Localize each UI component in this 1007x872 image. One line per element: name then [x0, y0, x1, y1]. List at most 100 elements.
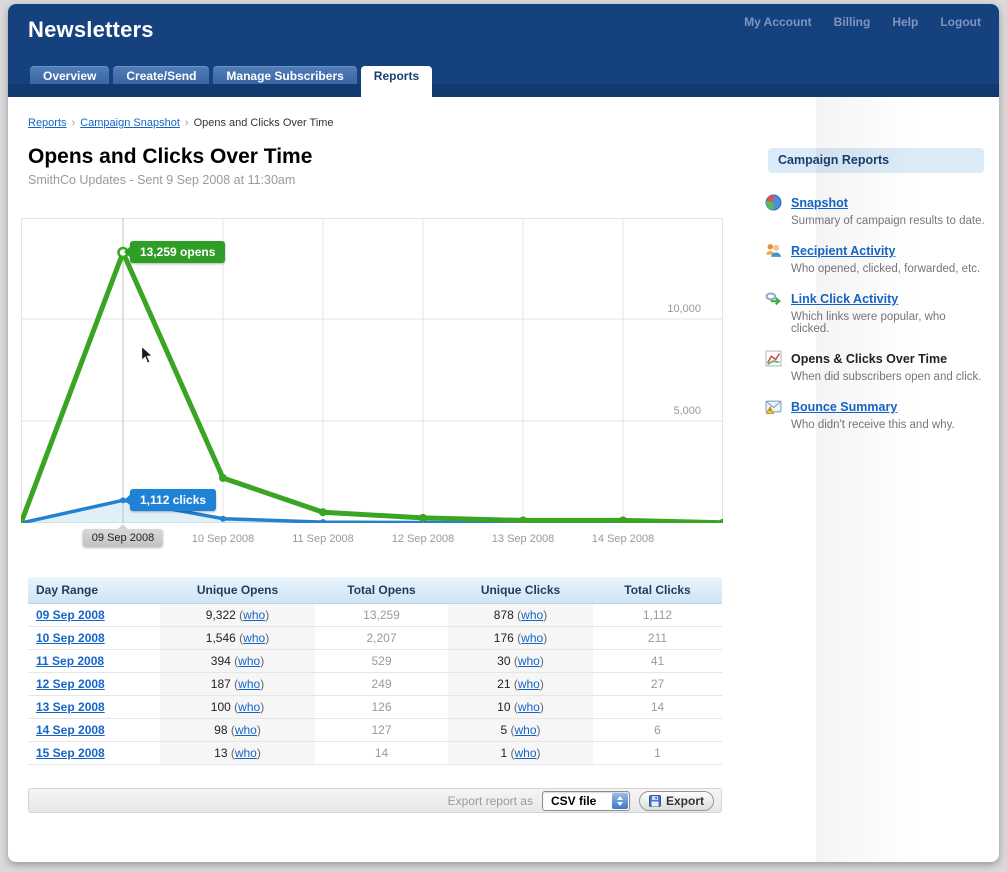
people-icon [765, 242, 782, 259]
unique-clicks-cell: 878 (who) [448, 603, 593, 626]
header-link-logout[interactable]: Logout [940, 15, 981, 29]
who-opened-link[interactable]: who [243, 631, 265, 645]
opens-point [419, 514, 427, 522]
unique-opens-cell: 100 (who) [160, 695, 315, 718]
tab-manage-subscribers[interactable]: Manage Subscribers [213, 66, 356, 84]
header-link-billing[interactable]: Billing [834, 15, 871, 29]
total-opens-cell: 126 [315, 695, 448, 718]
sidebar-item-bounce-summary: Bounce Summary Who didn't receive this a… [760, 398, 986, 431]
who-clicked-link[interactable]: who [518, 654, 540, 668]
table-row: 11 Sep 2008 394 (who) 529 30 (who) 41 [28, 649, 722, 672]
total-clicks-cell: 41 [593, 649, 722, 672]
sidebar-current-page-label: Opens & Clicks Over Time [791, 352, 947, 366]
who-opened-link[interactable]: who [235, 746, 257, 760]
who-opened-link[interactable]: who [238, 677, 260, 691]
x-axis-label: 14 Sep 2008 [592, 533, 654, 545]
day-link[interactable]: 11 Sep 2008 [36, 654, 104, 668]
x-axis-label: 11 Sep 2008 [292, 533, 354, 545]
export-label: Export report as [448, 794, 533, 808]
chart-plot[interactable] [21, 218, 723, 523]
day-link[interactable]: 09 Sep 2008 [36, 608, 105, 622]
who-clicked-link[interactable]: who [515, 723, 537, 737]
who-opened-link[interactable]: who [238, 700, 260, 714]
total-clicks-cell: 6 [593, 718, 722, 741]
clicks-tooltip: 1,112 clicks [130, 489, 216, 511]
sidebar-item-description: Who didn't receive this and why. [791, 419, 986, 431]
account-links: My Account Billing Help Logout [744, 15, 981, 29]
page: Newsletters My AccountBillingHelpLogout … [0, 0, 1007, 872]
total-opens-cell: 13,259 [315, 603, 448, 626]
who-opened-link[interactable]: who [243, 608, 265, 622]
export-bar: Export report as CSV file Export [28, 788, 722, 813]
who-clicked-link[interactable]: who [515, 746, 537, 760]
who-clicked-link[interactable]: who [518, 700, 540, 714]
who-clicked-link[interactable]: who [521, 608, 543, 622]
opens-clicks-chart[interactable] [21, 218, 723, 523]
export-format-value: CSV file [551, 794, 596, 808]
unique-clicks-cell: 21 (who) [448, 672, 593, 695]
table-row: 12 Sep 2008 187 (who) 249 21 (who) 27 [28, 672, 722, 695]
tab-reports[interactable]: Reports [361, 66, 432, 97]
unique-opens-cell: 13 (who) [160, 741, 315, 764]
opens-point [219, 474, 227, 482]
breadcrumb-reports[interactable]: Reports [28, 117, 67, 129]
sidebar-link-snapshot[interactable]: Snapshot [791, 196, 848, 210]
breadcrumb-campaign-snapshot[interactable]: Campaign Snapshot [80, 117, 180, 129]
tab-overview[interactable]: Overview [30, 66, 109, 84]
sidebar-item-description: Who opened, clicked, forwarded, etc. [791, 263, 986, 275]
clicks-point [320, 519, 326, 523]
header-link-my-account[interactable]: My Account [744, 15, 812, 29]
col-unique-opens: Unique Opens [160, 577, 315, 603]
opens-point [319, 508, 327, 516]
table-row: 09 Sep 2008 9,322 (who) 13,259 878 (who)… [28, 603, 722, 626]
sidebar-link-link-click-activity[interactable]: Link Click Activity [791, 292, 898, 306]
total-opens-cell: 529 [315, 649, 448, 672]
daily-results-table: Day Range Unique Opens Total Opens Uniqu… [28, 577, 722, 765]
app-header: Newsletters My AccountBillingHelpLogout … [8, 4, 999, 97]
unique-opens-cell: 9,322 (who) [160, 603, 315, 626]
unique-clicks-cell: 1 (who) [448, 741, 593, 764]
day-link[interactable]: 15 Sep 2008 [36, 746, 105, 760]
sidebar-item-description: Summary of campaign results to date. [791, 215, 986, 227]
sidebar-link-recipient-activity[interactable]: Recipient Activity [791, 244, 895, 258]
who-clicked-link[interactable]: who [518, 677, 540, 691]
sidebar-link-bounce-summary[interactable]: Bounce Summary [791, 400, 897, 414]
col-day-range: Day Range [28, 577, 160, 603]
day-link[interactable]: 14 Sep 2008 [36, 723, 105, 737]
x-axis-label: 13 Sep 2008 [492, 533, 554, 545]
export-format-select[interactable]: CSV file [542, 791, 630, 811]
col-unique-clicks: Unique Clicks [448, 577, 593, 603]
save-disk-icon [649, 795, 661, 807]
who-opened-link[interactable]: who [238, 654, 260, 668]
header-link-help[interactable]: Help [892, 15, 918, 29]
link-click-icon [765, 290, 782, 307]
sidebar-item-recipient-activity: Recipient Activity Who opened, clicked, … [760, 242, 986, 275]
unique-opens-cell: 1,546 (who) [160, 626, 315, 649]
who-opened-link[interactable]: who [235, 723, 257, 737]
day-link[interactable]: 10 Sep 2008 [36, 631, 105, 645]
total-opens-cell: 249 [315, 672, 448, 695]
opens-point [619, 516, 627, 523]
day-link[interactable]: 12 Sep 2008 [36, 677, 105, 691]
day-cell: 13 Sep 2008 [28, 695, 160, 718]
export-button[interactable]: Export [639, 791, 714, 811]
day-link[interactable]: 13 Sep 2008 [36, 700, 105, 714]
total-clicks-cell: 27 [593, 672, 722, 695]
clicks-point [220, 516, 226, 522]
x-axis-label: 10 Sep 2008 [192, 533, 254, 545]
selected-day-label[interactable]: 09 Sep 2008 [83, 529, 163, 547]
who-clicked-link[interactable]: who [521, 631, 543, 645]
total-opens-cell: 14 [315, 741, 448, 764]
total-clicks-cell: 14 [593, 695, 722, 718]
day-cell: 11 Sep 2008 [28, 649, 160, 672]
table-row: 14 Sep 2008 98 (who) 127 5 (who) 6 [28, 718, 722, 741]
sidebar-item-opens-clicks-over-time: Opens & Clicks Over Time When did subscr… [760, 350, 986, 383]
tab-create-send[interactable]: Create/Send [113, 66, 209, 84]
unique-opens-cell: 187 (who) [160, 672, 315, 695]
breadcrumb-separator: › [185, 117, 189, 129]
sidebar-item-description: Which links were popular, who clicked. [791, 311, 986, 335]
day-cell: 10 Sep 2008 [28, 626, 160, 649]
unique-opens-cell: 394 (who) [160, 649, 315, 672]
x-axis-label: 12 Sep 2008 [392, 533, 454, 545]
unique-clicks-cell: 176 (who) [448, 626, 593, 649]
